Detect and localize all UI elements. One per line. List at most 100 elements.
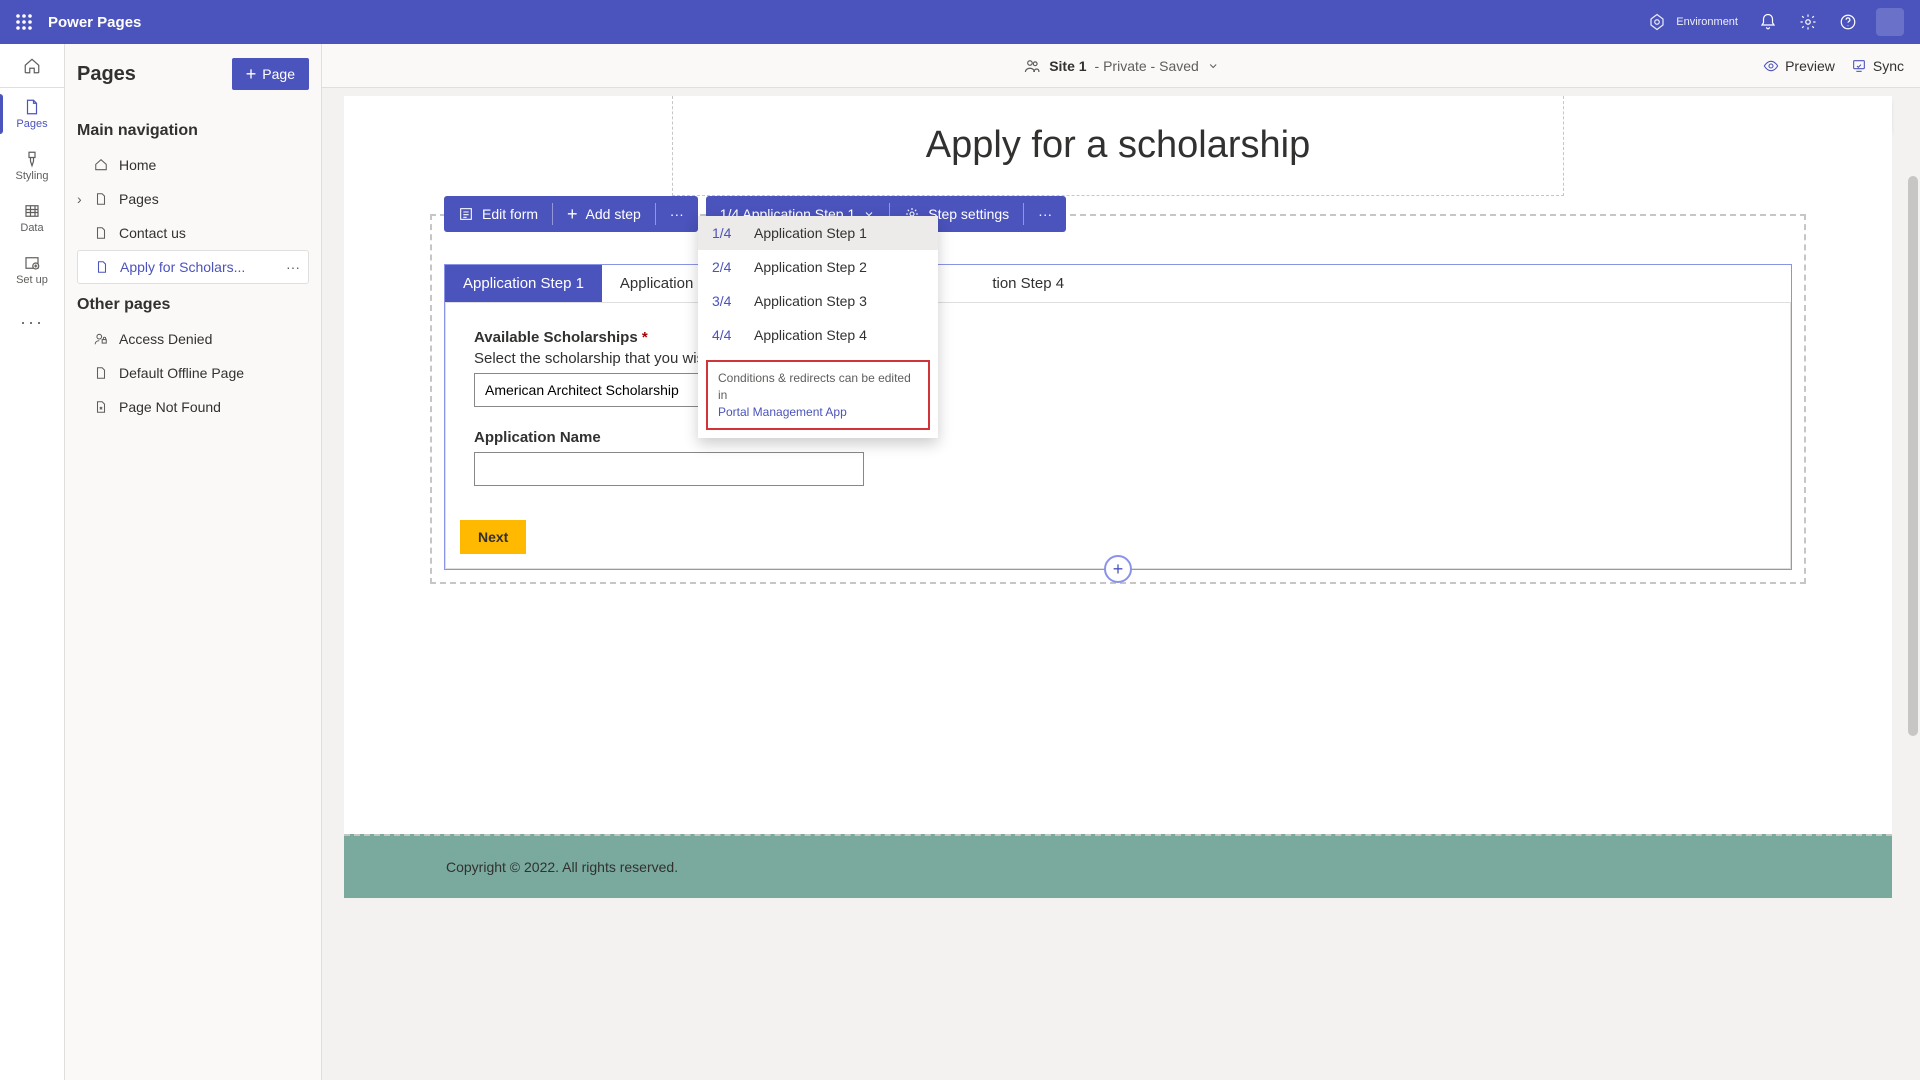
field-label-app-name: Application Name — [474, 429, 1762, 446]
page-icon — [23, 98, 41, 116]
waffle-icon — [16, 14, 32, 30]
nav-item-more-icon[interactable]: ··· — [286, 259, 300, 275]
dropdown-footer-text: Conditions & redirects can be edited in — [718, 371, 911, 402]
nav-label: Access Denied — [119, 331, 212, 347]
nav-label: Pages — [119, 191, 159, 207]
page-icon — [93, 365, 109, 381]
rail-item-setup[interactable]: Set up — [0, 244, 64, 296]
eye-icon — [1763, 58, 1779, 74]
next-button[interactable]: Next — [460, 520, 526, 554]
dropdown-item-step-2[interactable]: 2/4 Application Step 2 — [698, 250, 938, 284]
environment-picker[interactable]: Environment — [1648, 13, 1748, 31]
page-footer: Copyright © 2022. All rights reserved. — [344, 834, 1892, 898]
nav-label: Home — [119, 157, 156, 173]
form-body: Available Scholarships * Select the scho… — [445, 303, 1791, 569]
page-title-section[interactable]: Apply for a scholarship — [672, 96, 1564, 196]
step-label: Application Step 3 — [754, 293, 867, 309]
table-icon — [23, 202, 41, 220]
step-tabs: Application Step 1 Application Step tion… — [445, 265, 1791, 303]
tab-step-4[interactable]: tion Step 4 — [974, 265, 1082, 302]
dropdown-item-step-1[interactable]: 1/4 Application Step 1 — [698, 216, 938, 250]
page-icon — [93, 225, 109, 241]
field-help-scholarships: Select the scholarship that you wis — [474, 350, 1762, 367]
edit-form-button[interactable]: Edit form — [444, 196, 552, 232]
field-label-scholarships: Available Scholarships * — [474, 329, 1762, 346]
step-number: 3/4 — [712, 293, 738, 309]
nav-item-not-found[interactable]: Page Not Found — [77, 390, 309, 424]
footer-text: Copyright © 2022. All rights reserved. — [446, 859, 678, 875]
site-selector[interactable]: Site 1 - Private - Saved — [1023, 57, 1219, 75]
rail-label: Data — [20, 222, 43, 234]
portal-management-link[interactable]: Portal Management App — [718, 405, 847, 419]
add-step-button[interactable]: + Add step — [553, 196, 655, 232]
app-launcher-button[interactable] — [8, 6, 40, 38]
step-number: 2/4 — [712, 259, 738, 275]
user-avatar[interactable] — [1876, 8, 1904, 36]
form-more-button[interactable]: ··· — [656, 196, 698, 232]
setup-icon — [23, 254, 41, 272]
add-step-label: Add step — [586, 206, 641, 222]
product-name: Power Pages — [48, 14, 141, 31]
add-page-button[interactable]: + Page — [232, 58, 309, 90]
content-header: Site 1 - Private - Saved Preview Sync — [322, 44, 1920, 88]
section-other: Other pages — [77, 296, 309, 314]
sync-label: Sync — [1873, 58, 1904, 74]
help-icon — [1839, 13, 1857, 31]
nav-item-access-denied[interactable]: Access Denied — [77, 322, 309, 356]
pages-panel: Pages + Page Main navigation Home Pages … — [65, 44, 322, 1080]
help-button[interactable] — [1828, 0, 1868, 44]
editor-content: Site 1 - Private - Saved Preview Sync — [322, 44, 1920, 1080]
nav-item-pages[interactable]: Pages — [77, 182, 309, 216]
page-title: Apply for a scholarship — [673, 124, 1563, 167]
step-label: Application Step 2 — [754, 259, 867, 275]
dropdown-item-step-4[interactable]: 4/4 Application Step 4 — [698, 318, 938, 352]
scrollbar-thumb[interactable] — [1908, 176, 1918, 736]
step-settings-label: Step settings — [928, 206, 1009, 222]
tab-step-1[interactable]: Application Step 1 — [445, 265, 602, 302]
step-label: Application Step 1 — [754, 225, 867, 241]
add-page-label: Page — [262, 66, 295, 82]
step-number: 4/4 — [712, 327, 738, 343]
people-icon — [1023, 57, 1041, 75]
nav-item-contact[interactable]: Contact us — [77, 216, 309, 250]
nav-item-offline[interactable]: Default Offline Page — [77, 356, 309, 390]
rail-item-pages[interactable]: Pages — [0, 88, 64, 140]
nav-label: Page Not Found — [119, 399, 221, 415]
chevron-down-icon — [1207, 60, 1219, 72]
application-name-input[interactable] — [474, 452, 864, 486]
rail-item-more[interactable]: ··· — [0, 296, 64, 348]
environment-icon — [1648, 13, 1666, 31]
plus-icon: + — [567, 204, 578, 225]
dropdown-item-step-3[interactable]: 3/4 Application Step 3 — [698, 284, 938, 318]
more-icon: ··· — [670, 206, 684, 222]
site-name: Site 1 — [1049, 58, 1086, 74]
home-icon — [93, 157, 109, 173]
nav-label: Contact us — [119, 225, 186, 241]
step-dropdown: 1/4 Application Step 1 2/4 Application S… — [698, 216, 938, 438]
rail-item-styling[interactable]: Styling — [0, 140, 64, 192]
rail-home-button[interactable] — [0, 44, 64, 88]
nav-label: Apply for Scholars... — [120, 259, 245, 275]
preview-button[interactable]: Preview — [1763, 58, 1835, 74]
add-section-button[interactable]: + — [1104, 555, 1132, 583]
vertical-scrollbar[interactable] — [1906, 88, 1920, 1080]
rail-item-data[interactable]: Data — [0, 192, 64, 244]
person-lock-icon — [93, 331, 109, 347]
edit-form-label: Edit form — [482, 206, 538, 222]
more-icon: ··· — [20, 312, 44, 333]
sync-icon — [1851, 58, 1867, 74]
form-region: Edit form + Add step ··· — [430, 214, 1806, 584]
plus-icon: + — [246, 65, 257, 83]
bell-icon — [1759, 13, 1777, 31]
sync-button[interactable]: Sync — [1851, 58, 1904, 74]
scholarship-value: American Architect Scholarship — [485, 382, 679, 398]
step-more-button[interactable]: ··· — [1024, 196, 1066, 232]
nav-label: Default Offline Page — [119, 365, 244, 381]
site-state: - Private - Saved — [1095, 58, 1199, 74]
nav-item-home[interactable]: Home — [77, 148, 309, 182]
notifications-button[interactable] — [1748, 0, 1788, 44]
preview-label: Preview — [1785, 58, 1835, 74]
nav-item-apply-scholarship[interactable]: Apply for Scholars... ··· — [77, 250, 309, 284]
dropdown-footer: Conditions & redirects can be edited in … — [706, 360, 930, 430]
settings-button[interactable] — [1788, 0, 1828, 44]
